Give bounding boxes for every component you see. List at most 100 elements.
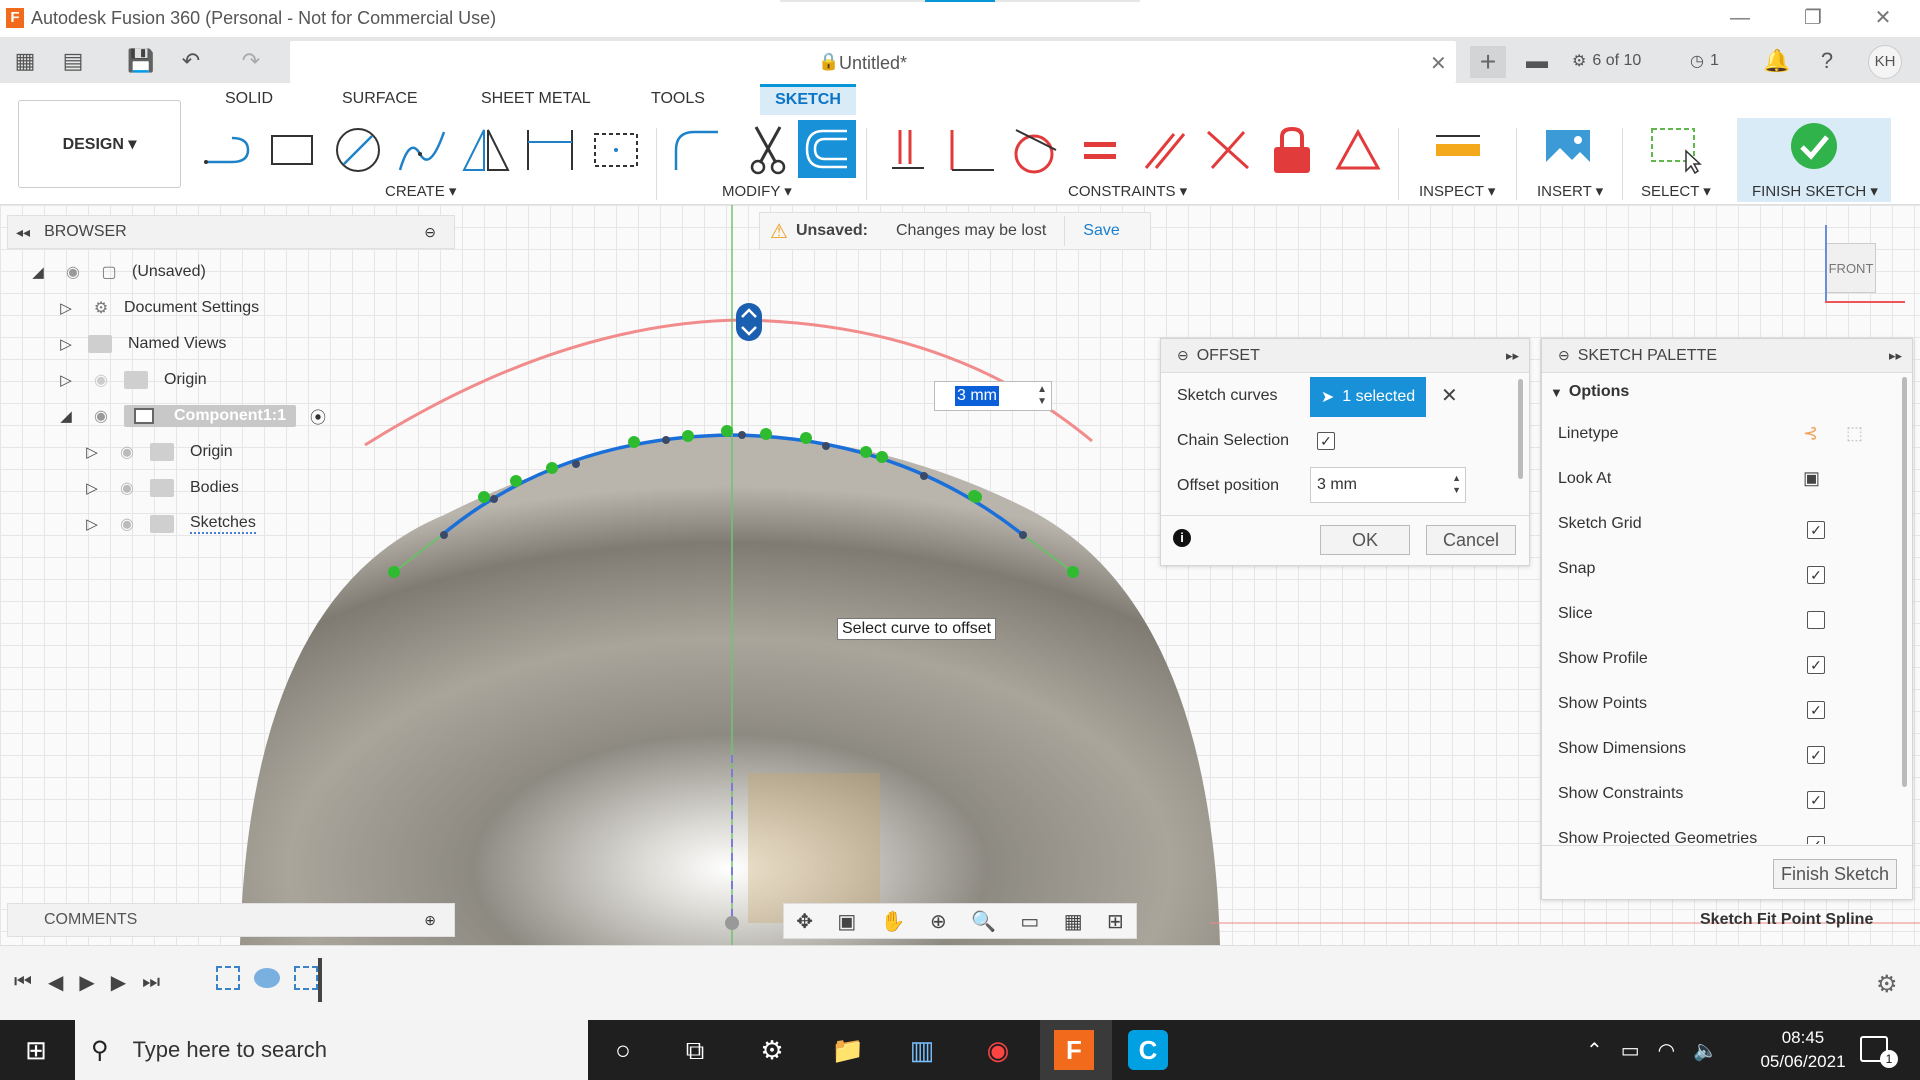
palette-scrollbar[interactable] — [1902, 377, 1907, 787]
look-at-icon[interactable]: ▣ — [837, 909, 856, 934]
show-dimensions-checkbox[interactable]: ✓ — [1807, 746, 1825, 764]
tree-item-component[interactable]: ◢ ◉ Component1:1 ⦿ — [28, 398, 448, 434]
dialog-scrollbar[interactable] — [1518, 379, 1523, 479]
tree-item-sketches[interactable]: ▷ ◉ Sketches — [28, 506, 448, 542]
viewcube[interactable]: FRONT — [1820, 225, 1910, 315]
viewports-icon[interactable]: ⊞ — [1107, 909, 1124, 934]
mirror-tool-icon[interactable] — [458, 122, 514, 178]
history-status[interactable]: ◷ 1 — [1690, 48, 1719, 74]
tree-item-component-origin[interactable]: ▷ ◉ Origin — [28, 434, 448, 470]
document-tab[interactable]: 🔒 Untitled* ✕ — [290, 41, 1456, 83]
zoom-icon[interactable]: ⊕ — [930, 909, 947, 934]
expand-triangle-icon[interactable]: ▷ — [56, 371, 76, 389]
orbit-icon[interactable]: ✥ — [796, 909, 813, 934]
visibility-eye-icon[interactable]: ◉ — [88, 406, 114, 426]
fix-lock-icon[interactable] — [1264, 122, 1320, 178]
save-link[interactable]: Save — [1083, 222, 1119, 240]
spline-tool-icon[interactable] — [394, 122, 450, 178]
file-menu-icon[interactable]: ▤ — [58, 46, 88, 76]
winrar-icon[interactable]: ▥ — [902, 1030, 942, 1070]
parallel-constraint-icon[interactable] — [1136, 122, 1192, 178]
collapse-double-arrow-icon[interactable]: ◂◂ — [16, 224, 30, 241]
display-settings-icon[interactable]: ▭ — [1020, 909, 1039, 934]
options-section-header[interactable]: ▼ Options — [1550, 383, 1629, 401]
minimize-icon[interactable]: — — [1720, 4, 1760, 32]
restore-icon[interactable]: ❐ — [1793, 4, 1833, 32]
symmetry-triangle-icon[interactable] — [1330, 122, 1386, 178]
offset-position-input[interactable]: 3 mm ▲ ▼ — [1310, 467, 1466, 503]
zoom-window-icon[interactable]: 🔍 — [971, 909, 996, 934]
insert-image-icon[interactable] — [1540, 122, 1596, 178]
chain-selection-checkbox[interactable]: ✓ — [1317, 432, 1335, 450]
close-tab-icon[interactable]: ✕ — [1430, 51, 1447, 76]
comments-panel-header[interactable]: COMMENTS ⊕ — [7, 903, 455, 937]
slice-checkbox[interactable] — [1807, 611, 1825, 629]
dialog-minimize-icon[interactable]: ⊖ — [1177, 347, 1189, 364]
offset-distance-input[interactable]: 3 mm ▲ ▼ — [934, 381, 1052, 411]
sketch-grid-checkbox[interactable]: ✓ — [1807, 521, 1825, 539]
visibility-eye-icon[interactable]: ◉ — [114, 442, 140, 462]
look-at-icon[interactable]: ▣ — [1803, 468, 1820, 489]
visibility-eye-icon[interactable]: ◉ — [114, 514, 140, 534]
fusion-taskbar-icon[interactable]: F — [1054, 1030, 1094, 1070]
comments-toolbar-icon[interactable]: ▬ — [1522, 46, 1552, 76]
modify-group-label[interactable]: MODIFY ▾ — [722, 182, 792, 200]
insert-group-label[interactable]: INSERT ▾ — [1537, 182, 1603, 200]
collapse-triangle-icon[interactable]: ◢ — [56, 407, 76, 425]
job-status[interactable]: ⚙ 6 of 10 — [1572, 48, 1641, 74]
settings-gear-icon[interactable]: ⚙ — [752, 1030, 792, 1070]
redo-icon[interactable]: ↷ — [236, 46, 266, 76]
offset-tool-icon[interactable] — [798, 120, 856, 178]
tab-tools[interactable]: TOOLS — [651, 90, 705, 108]
taskbar-clock[interactable]: 08:45 05/06/2021 — [1760, 1026, 1846, 1074]
finish-sketch-label[interactable]: FINISH SKETCH ▾ — [1752, 182, 1878, 200]
volume-icon[interactable]: 🔈 — [1693, 1038, 1718, 1063]
cortana-circle-icon[interactable]: ○ — [603, 1030, 643, 1070]
add-comment-icon[interactable]: ⊕ — [424, 912, 436, 929]
equal-constraint-icon[interactable] — [1072, 122, 1128, 178]
show-profile-checkbox[interactable]: ✓ — [1807, 656, 1825, 674]
timeline-marker[interactable] — [318, 958, 322, 1002]
go-to-start-icon[interactable]: ⏮ — [14, 971, 32, 994]
circle-tool-icon[interactable] — [330, 122, 386, 178]
finish-sketch-check-icon[interactable] — [1786, 118, 1842, 174]
ok-button[interactable]: OK — [1320, 525, 1410, 555]
grid-settings-icon[interactable]: ▦ — [1064, 909, 1083, 934]
tab-sketch[interactable]: SKETCH — [760, 84, 856, 115]
select-group-label[interactable]: SELECT ▾ — [1641, 182, 1711, 200]
sketch-palette-header[interactable]: ⊖ SKETCH PALETTE ▸▸ — [1542, 339, 1912, 373]
tab-sheet-metal[interactable]: SHEET METAL — [481, 90, 591, 108]
user-avatar[interactable]: KH — [1868, 45, 1902, 79]
step-back-icon[interactable]: ◀ — [48, 970, 63, 995]
info-icon[interactable]: i — [1173, 529, 1191, 547]
snap-checkbox[interactable]: ✓ — [1807, 566, 1825, 584]
taskbar-search-box[interactable]: ⚲ Type here to search — [75, 1020, 588, 1080]
perpendicular-constraint-icon[interactable] — [944, 122, 1000, 178]
coincident-constraint-icon[interactable] — [880, 122, 936, 178]
sketch-feature-icon[interactable] — [294, 966, 318, 990]
battery-icon[interactable]: ▭ — [1621, 1038, 1640, 1063]
notifications-bell-icon[interactable]: 🔔 — [1762, 46, 1792, 76]
show-projected-checkbox[interactable]: ✓ — [1807, 836, 1825, 844]
visibility-eye-icon[interactable]: ◉ — [60, 262, 86, 282]
finish-sketch-palette-button[interactable]: Finish Sketch — [1773, 859, 1897, 889]
sketch-feature-icon[interactable] — [216, 966, 240, 990]
visibility-eye-icon[interactable]: ◉ — [114, 478, 140, 498]
pan-hand-icon[interactable]: ✋ — [881, 909, 906, 934]
expand-triangle-icon[interactable]: ▷ — [56, 335, 76, 353]
spinner-arrows-icon[interactable]: ▲ ▼ — [1037, 384, 1047, 408]
go-to-end-icon[interactable]: ⏭ — [142, 971, 160, 994]
rectangle-tool-icon[interactable] — [264, 122, 320, 178]
spinner-arrows-icon[interactable]: ▲ ▼ — [1452, 472, 1461, 496]
design-workspace-button[interactable]: DESIGN ▾ — [18, 100, 181, 188]
new-tab-plus-icon[interactable]: + — [1470, 46, 1506, 78]
browser-minimize-icon[interactable]: ⊖ — [424, 224, 436, 241]
tree-item-root[interactable]: ◢ ◉ ▢ (Unsaved) — [28, 254, 448, 290]
file-explorer-icon[interactable]: 📁 — [828, 1030, 868, 1070]
select-box-icon[interactable] — [1647, 122, 1703, 178]
palette-minimize-icon[interactable]: ⊖ — [1558, 347, 1570, 364]
play-icon[interactable]: ▶ — [79, 970, 94, 995]
tray-expand-chevron-icon[interactable]: ⌃ — [1586, 1038, 1603, 1063]
data-panel-grid-icon[interactable]: ▦ — [10, 46, 40, 76]
tab-surface[interactable]: SURFACE — [342, 90, 418, 108]
